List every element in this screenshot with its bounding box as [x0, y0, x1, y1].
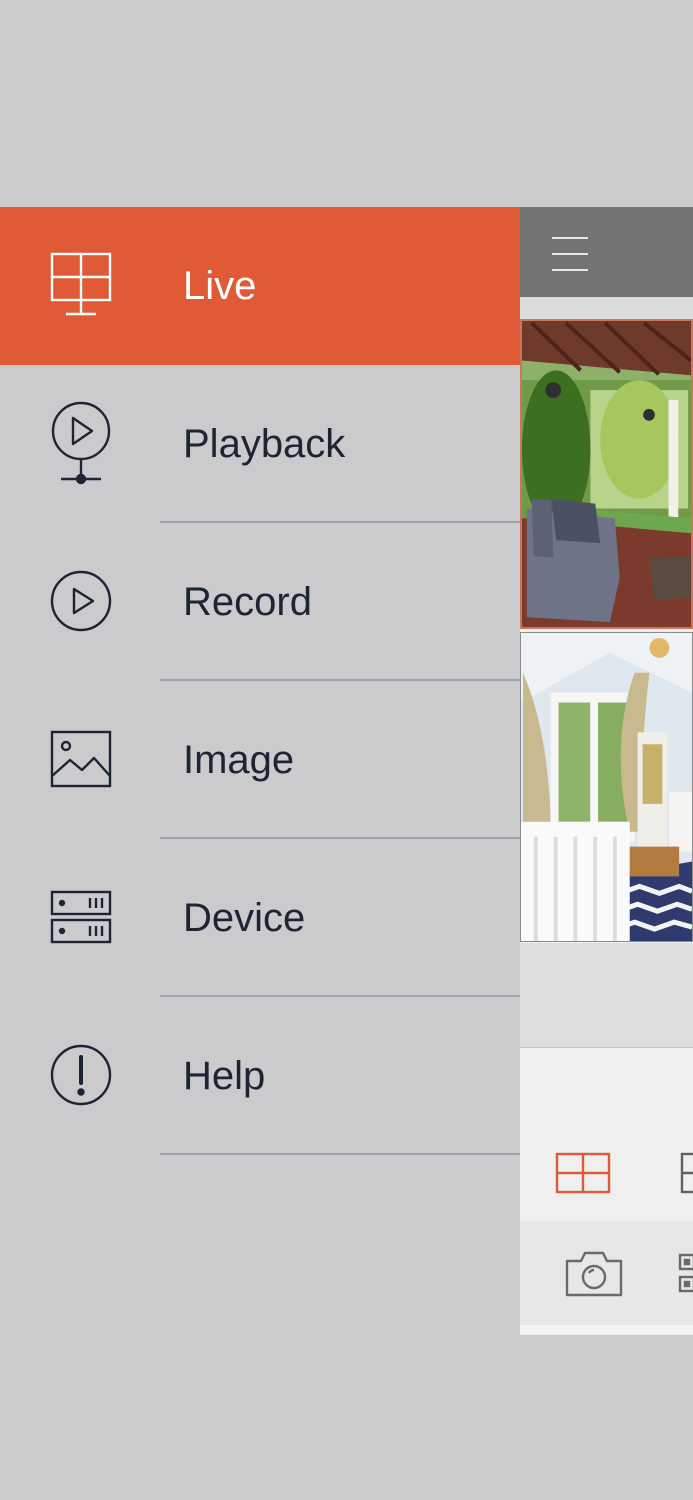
live-view-panel — [520, 207, 693, 1335]
menu-divider — [160, 1153, 520, 1155]
side-menu: Live Playback Record Image Device Help — [0, 207, 520, 1155]
menu-item-label: Image — [183, 738, 295, 782]
playback-network-icon — [44, 401, 118, 485]
menu-item-record[interactable]: Record — [0, 523, 520, 681]
device-server-icon — [44, 879, 118, 955]
monitor-grid-icon — [44, 247, 118, 323]
qr-device-icon[interactable] — [678, 1251, 693, 1297]
menu-item-device[interactable]: Device — [0, 839, 520, 997]
record-play-icon — [44, 563, 118, 639]
four-grid-layout-icon[interactable] — [555, 1152, 611, 1194]
nursery-camera-feed[interactable] — [520, 632, 693, 942]
menu-item-label: Help — [183, 1054, 266, 1098]
menu-item-label: Record — [183, 580, 312, 624]
patio-camera-feed[interactable] — [520, 319, 693, 629]
panel-divider — [520, 1047, 693, 1048]
image-icon — [44, 721, 118, 797]
channel-strip — [520, 297, 693, 319]
menu-item-help[interactable]: Help — [0, 997, 520, 1155]
info-area — [520, 943, 693, 1047]
menu-item-image[interactable]: Image — [0, 681, 520, 839]
single-view-layout-icon[interactable] — [680, 1152, 693, 1194]
menu-item-live[interactable]: Live — [0, 207, 520, 365]
menu-item-label: Device — [183, 896, 306, 940]
help-exclamation-icon — [44, 1037, 118, 1113]
top-bar — [520, 207, 693, 297]
bottom-toolbar — [520, 1221, 693, 1335]
menu-item-playback[interactable]: Playback — [0, 365, 520, 523]
menu-item-label: Live — [183, 264, 257, 308]
hamburger-menu-icon[interactable] — [552, 237, 588, 271]
menu-item-label: Playback — [183, 422, 346, 466]
camera-snapshot-icon[interactable] — [563, 1247, 625, 1299]
